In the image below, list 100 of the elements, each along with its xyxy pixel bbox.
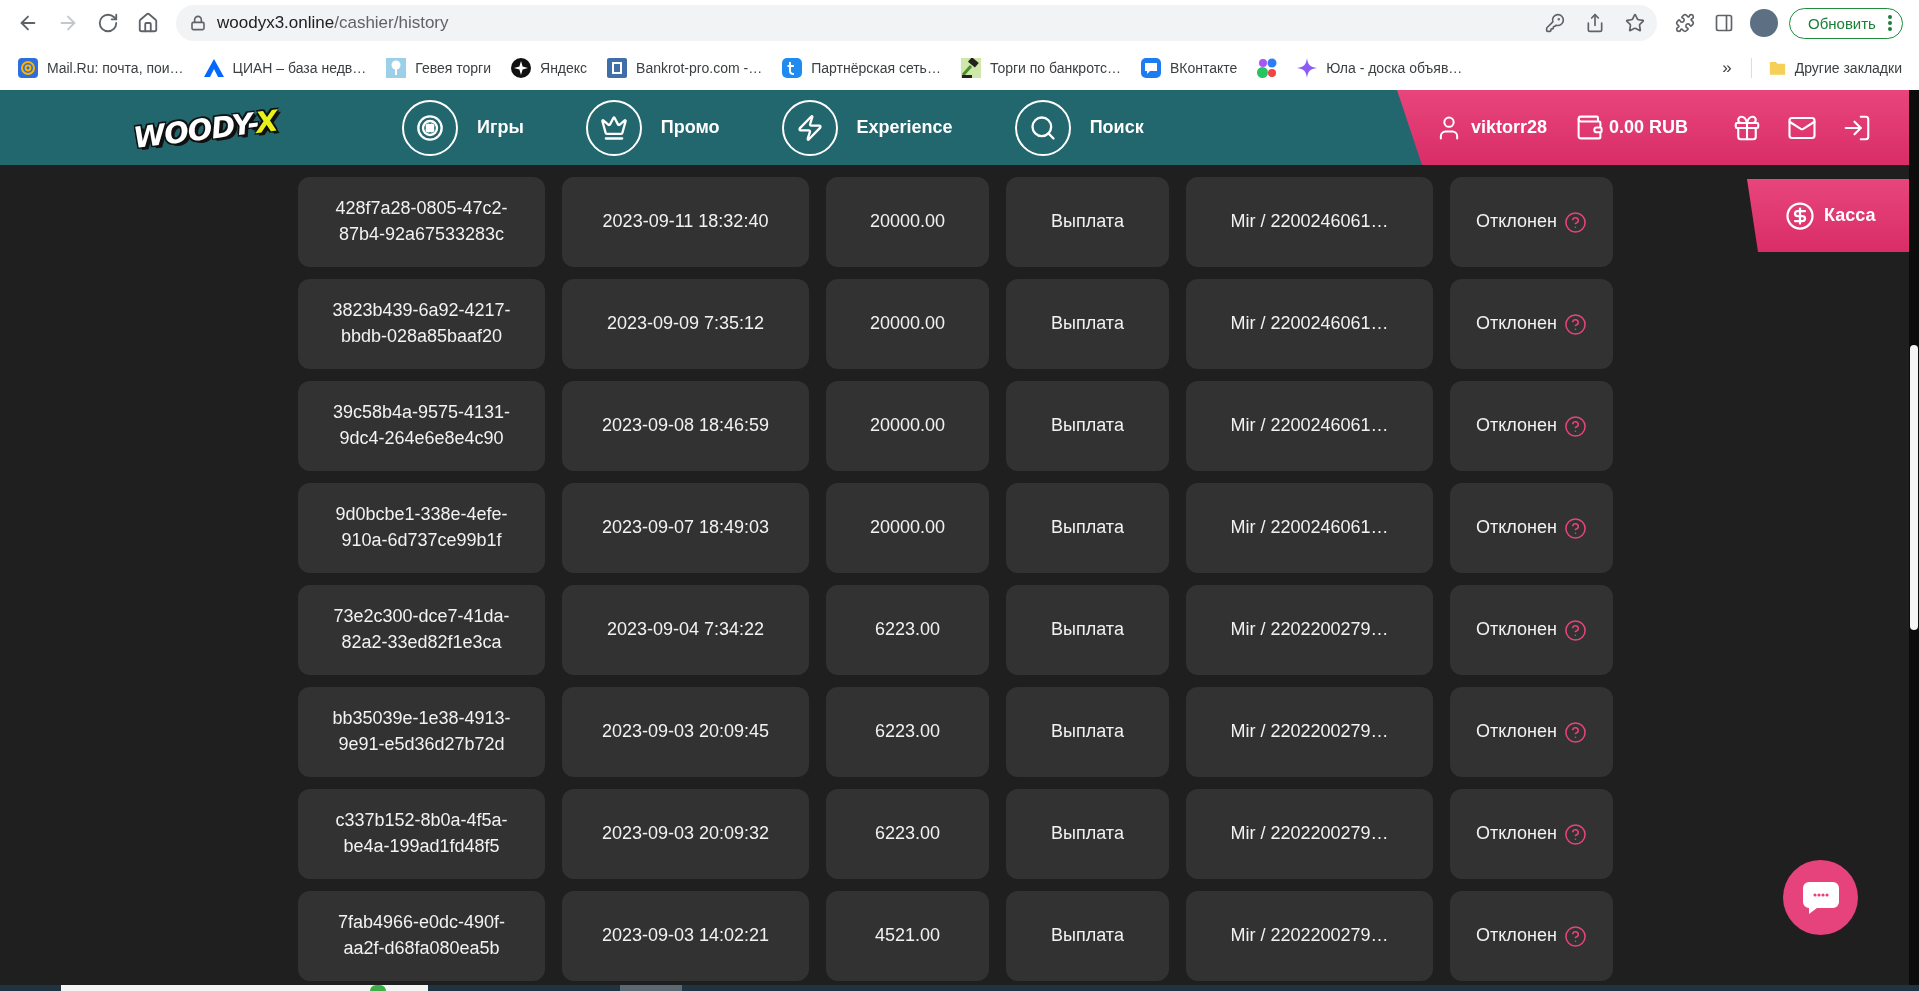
status-text: Отклонен — [1476, 618, 1557, 642]
table-cell: 4521.00 — [826, 891, 989, 981]
nav-link[interactable]: Experience — [781, 99, 953, 156]
status-text: Отклонен — [1476, 414, 1557, 438]
bookmark-link[interactable]: ВКонтакте — [1140, 58, 1238, 78]
square-logo-icon — [782, 58, 803, 78]
table-cell: 2023-09-03 20:09:45 — [562, 687, 809, 777]
table-cell: Выплата — [1006, 279, 1169, 369]
tab-marker — [620, 985, 682, 991]
gavel-icon — [960, 58, 981, 78]
bookmark-link[interactable]: Mail.Ru: почта, пои… — [18, 58, 184, 78]
sparkle-icon — [1297, 58, 1318, 78]
table-cell: 20000.00 — [826, 483, 989, 573]
table-cell: 39c58b4a-9575-4131-9dc4-264e6e8e4c90 — [298, 381, 545, 471]
search-icon — [1014, 99, 1071, 156]
table-cell: bb35039e-1e38-4913-9e91-e5d36d27b72d — [298, 687, 545, 777]
home-icon[interactable] — [137, 12, 159, 34]
table-cell: Выплата — [1006, 891, 1169, 981]
sidebar-icon[interactable] — [1714, 13, 1734, 33]
table-cell: 2023-09-11 18:32:40 — [562, 177, 809, 267]
table-cell: Выплата — [1006, 381, 1169, 471]
table-cell: 9d0bcbe1-338e-4efe-910a-6d737ce99b1f — [298, 483, 545, 573]
crown-icon — [585, 99, 642, 156]
table-cell: 2023-09-09 7:35:12 — [562, 279, 809, 369]
bookmark-link[interactable]: Гевея торги — [386, 58, 491, 78]
help-icon[interactable] — [1563, 720, 1587, 744]
table-cell: 2023-09-03 20:09:32 — [562, 789, 809, 879]
nav-link[interactable]: Промо — [585, 99, 720, 156]
table-cell: 3823b439-6a92-4217-bbdb-028a85baaf20 — [298, 279, 545, 369]
chat-bubble-icon — [1140, 58, 1161, 78]
update-button[interactable]: Обновить — [1789, 7, 1903, 39]
square-logo-icon — [607, 58, 628, 78]
help-icon[interactable] — [1563, 924, 1587, 948]
star-icon[interactable] — [1625, 13, 1645, 33]
help-icon[interactable] — [1563, 618, 1587, 642]
help-icon[interactable] — [1563, 210, 1587, 234]
table-cell: 2023-09-04 7:34:22 — [562, 585, 809, 675]
at-sign-icon — [18, 58, 38, 78]
wallet-icon — [1575, 113, 1605, 142]
table-cell: 7fab4966-e0dc-490f-aa2f-d68fa080ea5b — [298, 891, 545, 981]
more-icon — [1887, 15, 1892, 31]
help-icon[interactable] — [1563, 312, 1587, 336]
bookmark-link[interactable]: ЦИАН – база недв… — [203, 58, 367, 78]
table-cell: Mir / 2200246061… — [1186, 381, 1433, 471]
table-cell: Выплата — [1006, 789, 1169, 879]
tree-icon — [386, 58, 407, 78]
more-bookmarks-button[interactable]: » — [1720, 58, 1734, 78]
table-cell: 2023-09-07 18:49:03 — [562, 483, 809, 573]
key-icon[interactable] — [1545, 13, 1565, 33]
share-icon[interactable] — [1585, 13, 1605, 33]
table-cell: 20000.00 — [826, 177, 989, 267]
table-cell: Выплата — [1006, 687, 1169, 777]
address-bar[interactable]: woodyx3.online/cashier/history — [176, 5, 1657, 41]
puzzle-icon[interactable] — [1675, 13, 1695, 33]
table-cell: 2023-09-08 18:46:59 — [562, 381, 809, 471]
status-text: Отклонен — [1476, 720, 1557, 744]
table-cell: 6223.00 — [826, 789, 989, 879]
lock-icon — [190, 15, 206, 31]
star-badge-icon — [511, 58, 531, 78]
bookmark-link[interactable]: Юла - доска объяв… — [1297, 58, 1463, 78]
table-cell: 2023-09-03 14:02:21 — [562, 891, 809, 981]
dots-logo-icon[interactable] — [1257, 58, 1278, 78]
table-cell: 73e2c300-dce7-41da-82a2-33ed82f1e3ca — [298, 585, 545, 675]
other-bookmarks-button[interactable]: Другие закладки — [1768, 58, 1902, 78]
help-icon[interactable] — [1563, 822, 1587, 846]
reload-icon[interactable] — [97, 12, 119, 34]
status-text: Отклонен — [1476, 822, 1557, 846]
cashier-button[interactable]: Касса — [1747, 179, 1909, 252]
table-cell: 6223.00 — [826, 585, 989, 675]
table-cell: Mir / 2200246061… — [1186, 177, 1433, 267]
balance-link[interactable]: 0.00 RUB — [1575, 113, 1689, 142]
nav-link[interactable]: Поиск — [1014, 99, 1144, 156]
table-cell: Выплата — [1006, 177, 1169, 267]
table-cell: Выплата — [1006, 585, 1169, 675]
table-cell: Mir / 2200246061… — [1186, 483, 1433, 573]
table-cell: Mir / 2200246061… — [1186, 279, 1433, 369]
site-logo[interactable]: WOODY- X — [131, 100, 299, 155]
status-text: Отклонен — [1476, 210, 1557, 234]
url-text: woodyx3.online/cashier/history — [217, 13, 449, 33]
table-cell: Mir / 2202200279… — [1186, 891, 1433, 981]
username-link[interactable]: viktorr28 — [1435, 113, 1548, 142]
avatar[interactable] — [1750, 9, 1778, 37]
scrollbar-thumb[interactable] — [1910, 345, 1918, 630]
bookmark-link[interactable]: Партнёрская сеть… — [782, 58, 941, 78]
nav-link[interactable]: Игры — [402, 99, 524, 156]
table-cell: Выплата — [1006, 483, 1169, 573]
help-icon[interactable] — [1563, 414, 1587, 438]
table-cell: Mir / 2202200279… — [1186, 687, 1433, 777]
table-cell: Mir / 2202200279… — [1186, 585, 1433, 675]
wheel-icon — [402, 99, 458, 156]
bookmark-link[interactable]: Bankrot-pro.com -… — [607, 58, 763, 78]
dollar-icon — [1785, 200, 1815, 231]
help-icon[interactable] — [1563, 516, 1587, 540]
bookmark-link[interactable]: Торги по банкротс… — [960, 58, 1121, 78]
status-text: Отклонен — [1476, 312, 1557, 336]
chat-icon — [1802, 881, 1839, 914]
table-cell: Mir / 2202200279… — [1186, 789, 1433, 879]
status-text: Отклонен — [1476, 516, 1557, 540]
status-text: Отклонен — [1476, 924, 1557, 948]
bookmark-link[interactable]: Яндекс — [511, 58, 588, 78]
